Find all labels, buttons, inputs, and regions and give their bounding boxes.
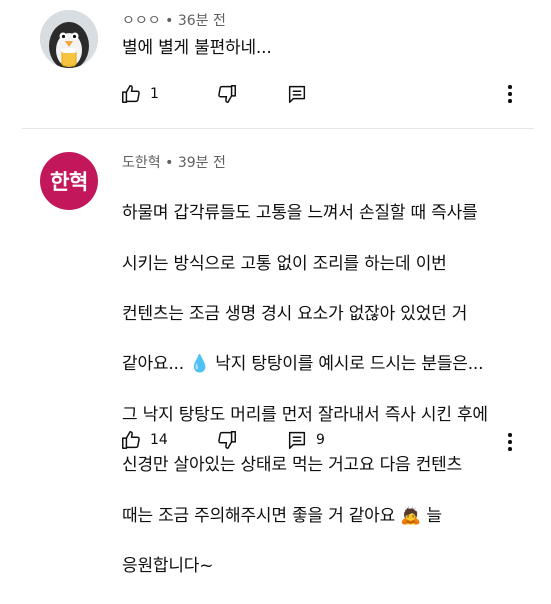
more-options-button[interactable] xyxy=(506,430,514,454)
more-options-button[interactable] xyxy=(506,82,514,106)
comment-line: 그 낙지 탕탕도 머리를 먼저 잘라내서 즉사 시킨 후에 xyxy=(122,404,488,425)
penguin-avatar-icon xyxy=(40,10,98,68)
comment-text: 별에 별게 불편하네... xyxy=(122,38,272,58)
comment-text: 하물며 갑각류들도 고통을 느껴서 손질할 때 즉사를 시키는 방식으로 고통 … xyxy=(122,176,522,604)
comment-line: 컨텐츠는 조금 생명 경시 요소가 없잖아 있었던 거 xyxy=(122,304,468,325)
comment-line: 때는 조금 주의해주시면 좋을 거 같아요 🙇 늘 xyxy=(122,505,442,526)
comment-author[interactable]: ㅇㅇㅇ xyxy=(122,13,161,29)
comment-line: 같아요... 💧 낙지 탕탕이를 예시로 드시는 분들은... xyxy=(122,354,484,375)
avatar-initials: 한혁 xyxy=(50,170,88,194)
like-count: 1 xyxy=(150,86,159,102)
avatar-penguin[interactable] xyxy=(40,10,98,68)
comment-meta: 도한혁 • 39분 전 xyxy=(122,152,226,172)
comment-actions: 1 xyxy=(120,82,520,106)
thumb-down-icon xyxy=(218,85,236,103)
like-button[interactable]: 14 xyxy=(120,428,168,452)
dislike-button[interactable] xyxy=(216,428,238,452)
dislike-button[interactable] xyxy=(216,82,238,106)
comment-line: 하물며 갑각류들도 고통을 느껴서 손질할 때 즉사를 xyxy=(122,203,478,224)
thumb-up-icon xyxy=(122,431,140,449)
comment-line: 응원합니다~ xyxy=(122,556,214,577)
meta-separator: • xyxy=(165,13,178,29)
like-button[interactable]: 1 xyxy=(120,82,159,106)
comment-meta: ㅇㅇㅇ • 36분 전 xyxy=(122,10,226,30)
reply-icon xyxy=(288,431,306,449)
divider xyxy=(22,128,534,129)
comment-actions: 14 9 xyxy=(120,428,520,452)
thumb-up-icon xyxy=(122,85,140,103)
meta-separator: • xyxy=(165,155,178,171)
like-count: 14 xyxy=(150,432,168,448)
reply-button[interactable] xyxy=(286,82,316,106)
comment-line: 시키는 방식으로 고통 없이 조리를 하는데 이번 xyxy=(122,253,447,274)
reply-icon xyxy=(288,85,306,103)
comment-time[interactable]: 36분 전 xyxy=(178,13,226,29)
reply-button[interactable]: 9 xyxy=(286,428,325,452)
comment-line: 신경만 살아있는 상태로 먹는 거고요 다음 컨텐츠 xyxy=(122,455,463,476)
avatar[interactable]: 한혁 xyxy=(40,152,98,210)
reply-count: 9 xyxy=(316,432,325,448)
comment-time[interactable]: 39분 전 xyxy=(178,155,226,171)
comment-author[interactable]: 도한혁 xyxy=(122,155,161,171)
thumb-down-icon xyxy=(218,431,236,449)
